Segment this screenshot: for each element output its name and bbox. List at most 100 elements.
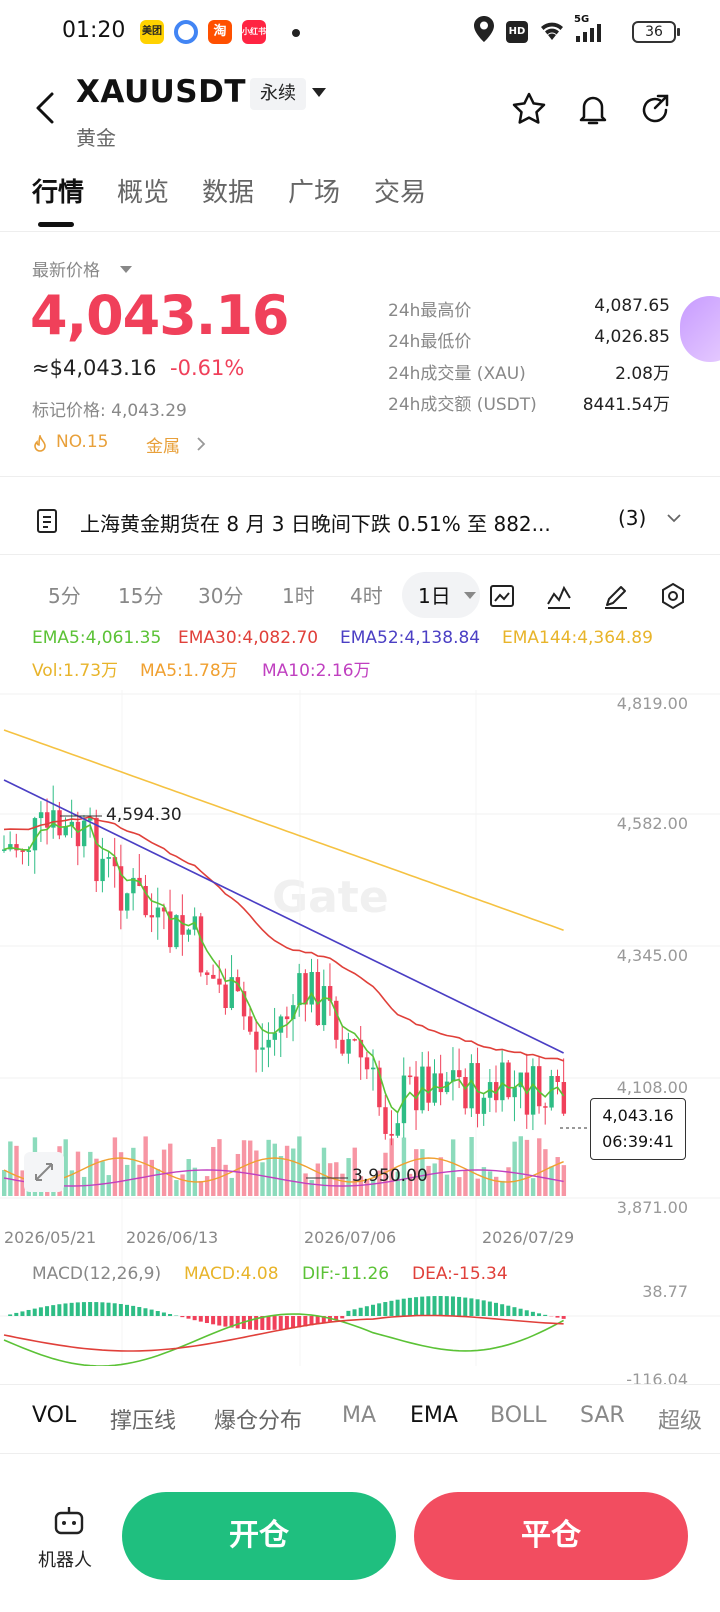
candle-body: [186, 929, 191, 935]
interval-5m[interactable]: 5分: [48, 580, 81, 609]
macd-value: MACD:4.08: [184, 1264, 279, 1284]
candlestick-chart[interactable]: [0, 676, 720, 1366]
indicator-tab-liquidation[interactable]: 爆仓分布: [214, 1403, 302, 1435]
current-price-value: 4,043.16: [602, 1106, 674, 1125]
robot-label[interactable]: 机器人: [38, 1546, 92, 1572]
assistant-bubble-icon[interactable]: [680, 296, 720, 362]
macd-histogram-bar: [401, 1298, 406, 1316]
indicator-tab-support-resistance[interactable]: 撑压线: [110, 1403, 176, 1435]
macd-histogram-bar: [389, 1300, 394, 1316]
star-icon[interactable]: [510, 90, 548, 128]
indicator-icon[interactable]: [545, 582, 573, 610]
macd-histogram-bar: [494, 1302, 498, 1316]
indicator-tab-super[interactable]: 超级: [658, 1403, 702, 1435]
volume-bar: [315, 1163, 321, 1196]
indicator-tab-boll[interactable]: BOLL: [490, 1403, 547, 1428]
volume-bar: [284, 1145, 290, 1196]
bell-icon[interactable]: [574, 90, 612, 128]
volume-bar: [260, 1162, 265, 1196]
draw-pencil-icon[interactable]: [602, 582, 630, 610]
interval-dropdown-caret-icon[interactable]: [464, 592, 476, 599]
macd-histogram-bar: [106, 1302, 111, 1316]
macd-dif: DIF:-11.26: [302, 1264, 390, 1284]
macd-histogram-bar: [94, 1302, 99, 1316]
interval-15m[interactable]: 15分: [118, 580, 163, 609]
macd-histogram-bar: [457, 1296, 462, 1316]
meituan-app-icon: 美团: [140, 20, 164, 44]
symbol-title[interactable]: XAUUSDT: [76, 74, 246, 110]
volume-bar: [346, 1158, 351, 1196]
rank-badge[interactable]: NO.15: [56, 432, 108, 452]
macd-histogram-bar: [51, 1305, 56, 1316]
robot-icon[interactable]: [52, 1504, 86, 1538]
indicator-tab-sar[interactable]: SAR: [580, 1403, 625, 1428]
price-label[interactable]: 最新价格: [32, 256, 100, 281]
indicator-tab-ema[interactable]: EMA: [410, 1403, 458, 1428]
macd-histogram-bar: [444, 1296, 449, 1316]
stat-value-low: 4,026.85: [594, 327, 670, 347]
macd-histogram-bar: [192, 1316, 197, 1321]
volume-bar: [100, 1161, 105, 1196]
chart-type-icon[interactable]: [488, 582, 516, 610]
expand-icon[interactable]: [24, 1152, 64, 1192]
volume-bar: [469, 1137, 474, 1196]
tab-square[interactable]: 广场: [288, 172, 340, 209]
symbol-dropdown-caret-icon[interactable]: [312, 88, 326, 97]
tab-market[interactable]: 行情: [32, 172, 84, 209]
news-headline[interactable]: 上海黄金期货在 8 月 3 日晚间下跌 0.51% 至 882...: [80, 508, 610, 537]
candle-body: [414, 1076, 419, 1111]
indicator-tab-ma[interactable]: MA: [342, 1403, 376, 1428]
current-price-tag: 4,043.16 06:39:41: [590, 1098, 686, 1160]
candle-body: [383, 1107, 388, 1134]
interval-30m[interactable]: 30分: [198, 580, 243, 609]
volume-bar: [131, 1147, 136, 1196]
volume-bar: [186, 1159, 191, 1196]
chevron-right-icon[interactable]: [196, 436, 206, 452]
asset-name: 黄金: [76, 126, 116, 150]
volume-bar: [143, 1136, 148, 1196]
category-link[interactable]: 金属: [146, 432, 180, 457]
volume-bar: [340, 1173, 345, 1196]
macd-histogram-bar: [500, 1304, 505, 1316]
volume-bar: [8, 1141, 13, 1196]
macd-histogram-bar: [469, 1298, 474, 1316]
macd-histogram-bar: [481, 1300, 486, 1316]
candle-body: [57, 810, 62, 836]
open-position-button[interactable]: 开仓: [122, 1492, 396, 1580]
interval-1d[interactable]: 1日: [418, 580, 451, 609]
candle-body: [125, 893, 130, 911]
share-icon[interactable]: [636, 90, 674, 128]
interval-1h[interactable]: 1时: [282, 580, 315, 609]
tab-overview[interactable]: 概览: [117, 172, 169, 209]
indicator-tab-vol[interactable]: VOL: [32, 1403, 76, 1428]
macd-histogram-bar: [88, 1302, 93, 1316]
legend-ema30: EMA30:4,082.70: [178, 628, 319, 648]
macd-histogram-bar: [475, 1299, 480, 1316]
price-type-caret-icon[interactable]: [120, 266, 132, 273]
candle-body: [426, 1066, 431, 1103]
tab-data[interactable]: 数据: [202, 172, 254, 209]
macd-histogram-bar: [186, 1316, 191, 1319]
macd-title: MACD(12,26,9): [32, 1264, 162, 1284]
back-arrow-icon[interactable]: [28, 88, 64, 128]
volume-bar: [530, 1178, 536, 1196]
close-position-button[interactable]: 平仓: [414, 1492, 688, 1580]
candle-body: [309, 972, 314, 1005]
macd-histogram-bar: [149, 1309, 154, 1316]
macd-histogram-bar: [524, 1310, 529, 1316]
hd-icon: HD: [506, 21, 528, 43]
tab-trade[interactable]: 交易: [374, 172, 426, 209]
stat-value-high: 4,087.65: [594, 296, 670, 316]
chevron-down-icon[interactable]: [666, 510, 682, 526]
macd-histogram-bar: [284, 1316, 289, 1329]
settings-icon[interactable]: [659, 582, 687, 610]
candle-body: [315, 972, 321, 1026]
candle-body: [438, 1073, 444, 1093]
interval-4h[interactable]: 4时: [350, 580, 383, 609]
macd-histogram-bar: [26, 1309, 31, 1316]
volume-bar: [180, 1174, 185, 1196]
volume-bar: [88, 1151, 93, 1196]
contract-type-tag[interactable]: 永续: [250, 78, 306, 110]
volume-bar: [254, 1150, 259, 1196]
flame-icon: [34, 435, 46, 452]
